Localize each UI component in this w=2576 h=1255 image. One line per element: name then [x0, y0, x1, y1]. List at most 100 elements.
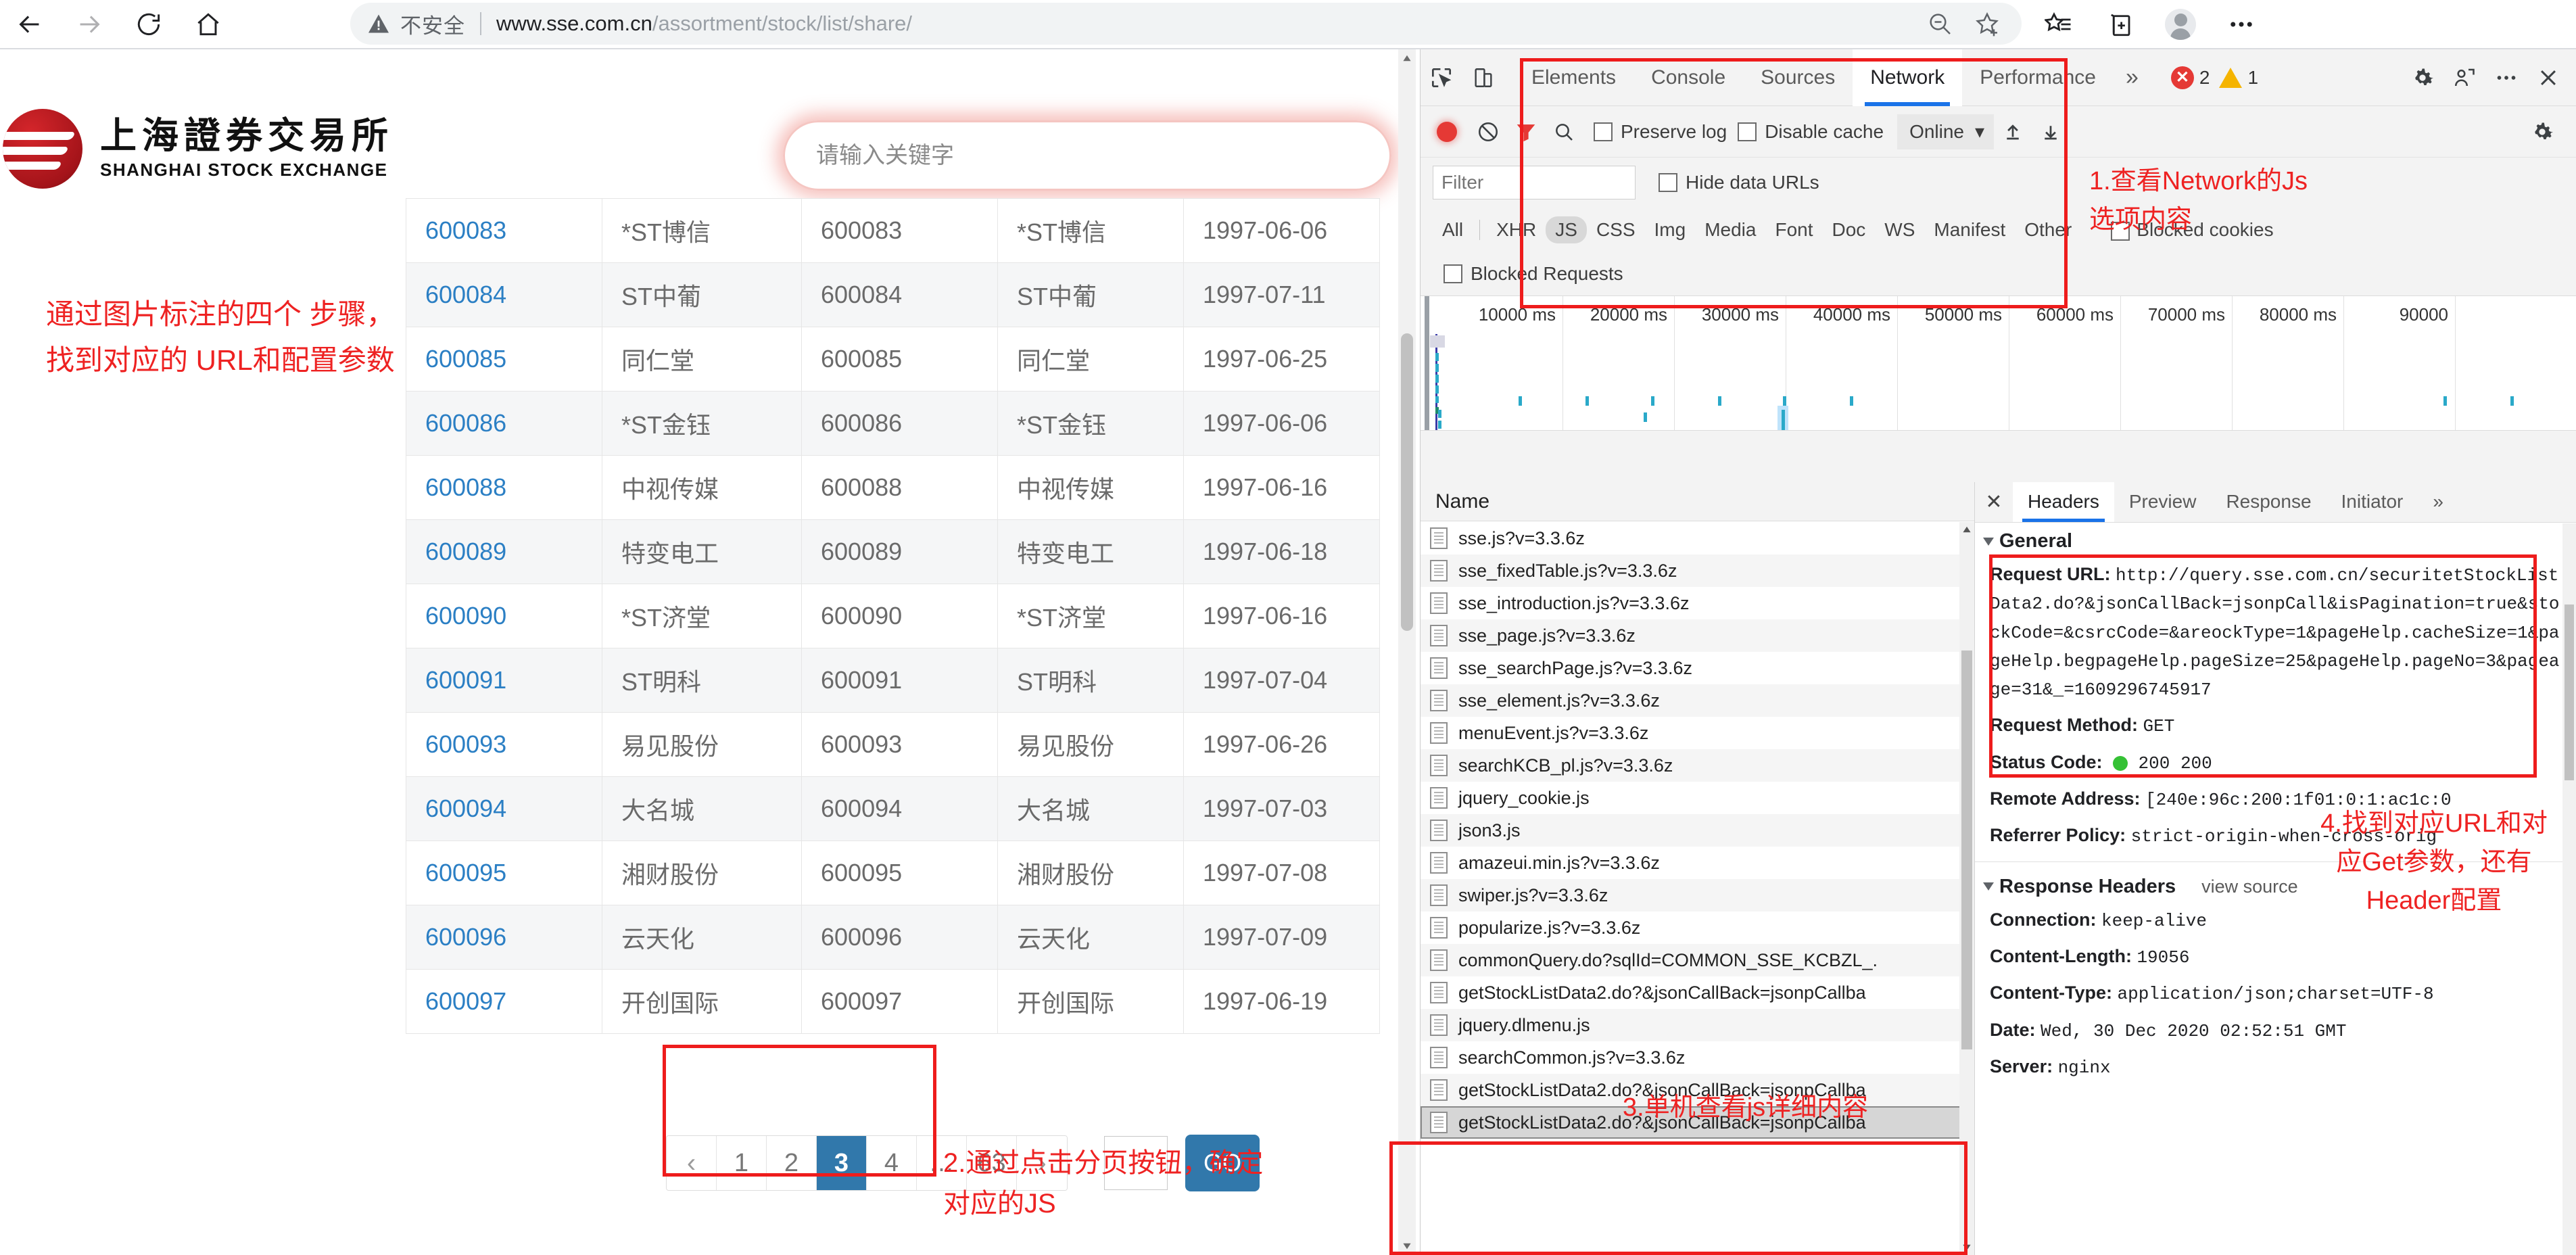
- add-page-icon[interactable]: [2089, 0, 2150, 49]
- request-row[interactable]: sse_introduction.js?v=3.3.6z: [1421, 587, 1974, 619]
- stock-code-cell[interactable]: 600091: [406, 648, 602, 713]
- pagination-prev[interactable]: ‹: [667, 1136, 717, 1190]
- request-row[interactable]: sse_page.js?v=3.3.6z: [1421, 619, 1974, 652]
- devtools-close-icon[interactable]: [2527, 49, 2569, 106]
- network-settings-gear-icon[interactable]: [2523, 106, 2561, 158]
- view-source-link[interactable]: view source: [2201, 876, 2298, 897]
- stock-code-link[interactable]: 600095: [425, 859, 506, 886]
- request-row[interactable]: jquery.dlmenu.js: [1421, 1009, 1974, 1041]
- sse-logo[interactable]: 上海證券交易所 SHANGHAI STOCK EXCHANGE: [0, 109, 393, 189]
- preserve-log-checkbox[interactable]: Preserve log: [1594, 121, 1727, 143]
- type-filter-font[interactable]: Font: [1765, 216, 1822, 243]
- type-filter-all[interactable]: All: [1433, 216, 1473, 243]
- export-har-icon[interactable]: [2032, 106, 2070, 158]
- page-scrollbar[interactable]: [1398, 49, 1416, 1255]
- tab-network[interactable]: Network: [1853, 49, 1963, 106]
- request-row[interactable]: sse_searchPage.js?v=3.3.6z: [1421, 652, 1974, 684]
- details-scrollbar-thumb[interactable]: [2565, 605, 2574, 780]
- stock-code-cell[interactable]: 600089: [406, 519, 602, 584]
- home-icon[interactable]: [178, 0, 238, 49]
- import-har-icon[interactable]: [1994, 106, 2032, 158]
- tab-console[interactable]: Console: [1633, 49, 1743, 106]
- request-row[interactable]: searchCommon.js?v=3.3.6z: [1421, 1041, 1974, 1074]
- stock-code-cell[interactable]: 600088: [406, 455, 602, 520]
- search-input[interactable]: [783, 120, 1391, 191]
- request-row[interactable]: sse_fixedTable.js?v=3.3.6z: [1421, 554, 1974, 587]
- throttling-dropdown[interactable]: Online ▾: [1897, 114, 1995, 149]
- stock-code-link[interactable]: 600090: [425, 602, 506, 630]
- request-scroll-down-icon[interactable]: [1959, 1240, 1974, 1255]
- tab-elements[interactable]: Elements: [1514, 49, 1633, 106]
- collections-icon[interactable]: [2028, 0, 2089, 49]
- stock-code-cell[interactable]: 600090: [406, 584, 602, 648]
- stock-code-cell[interactable]: 600097: [406, 969, 602, 1034]
- stock-code-link[interactable]: 600086: [425, 409, 506, 437]
- disable-cache-checkbox[interactable]: Disable cache: [1738, 121, 1884, 143]
- hide-data-urls-checkbox[interactable]: Hide data URLs: [1659, 172, 1819, 193]
- blocked-requests-box-icon[interactable]: [1444, 264, 1462, 283]
- stock-code-cell[interactable]: 600085: [406, 327, 602, 392]
- pagination-page-1[interactable]: 1: [717, 1136, 767, 1190]
- request-row[interactable]: sse_element.js?v=3.3.6z: [1421, 684, 1974, 717]
- hide-data-urls-box-icon[interactable]: [1659, 173, 1677, 192]
- request-row[interactable]: jquery_cookie.js: [1421, 782, 1974, 814]
- devtools-more-tabs[interactable]: »: [2114, 64, 2151, 91]
- details-tab-initiator[interactable]: Initiator: [2327, 482, 2418, 522]
- stock-code-cell[interactable]: 600086: [406, 391, 602, 456]
- type-filter-other[interactable]: Other: [2015, 216, 2081, 243]
- type-filter-manifest[interactable]: Manifest: [1924, 216, 2015, 243]
- stock-code-link[interactable]: 600083: [425, 216, 506, 244]
- details-tab-response[interactable]: Response: [2211, 482, 2326, 522]
- stock-code-cell[interactable]: 600093: [406, 712, 602, 777]
- type-filter-img[interactable]: Img: [1645, 216, 1696, 243]
- stock-code-link[interactable]: 600096: [425, 923, 506, 951]
- request-row[interactable]: json3.js: [1421, 814, 1974, 847]
- chevron-down-icon[interactable]: ▾: [1975, 120, 1984, 143]
- more-options-icon[interactable]: [2211, 0, 2272, 49]
- stock-code-link[interactable]: 600093: [425, 730, 506, 758]
- request-scroll-up-icon[interactable]: [1959, 522, 1974, 537]
- pagination-page-3[interactable]: 3: [817, 1136, 867, 1190]
- request-list-header[interactable]: Name: [1421, 482, 1974, 521]
- network-filter-input[interactable]: [1433, 166, 1636, 199]
- disable-cache-box-icon[interactable]: [1738, 122, 1757, 141]
- clear-network-log-icon[interactable]: [1469, 106, 1507, 158]
- scroll-down-arrow-icon[interactable]: [1398, 1237, 1416, 1255]
- devtools-account-icon[interactable]: [2443, 49, 2485, 106]
- request-row[interactable]: popularize.js?v=3.3.6z: [1421, 911, 1974, 944]
- address-bar[interactable]: 不安全 www.sse.com.cn/assortment/stock/list…: [350, 3, 2022, 45]
- stock-code-link[interactable]: 600091: [425, 666, 506, 694]
- request-row[interactable]: searchKCB_pl.js?v=3.3.6z: [1421, 749, 1974, 782]
- tab-performance[interactable]: Performance: [1962, 49, 2114, 106]
- reload-icon[interactable]: [119, 0, 178, 49]
- scroll-up-arrow-icon[interactable]: [1398, 49, 1416, 67]
- chevron-down-icon[interactable]: [1983, 882, 1994, 891]
- stock-code-cell[interactable]: 600095: [406, 840, 602, 905]
- stock-code-link[interactable]: 600094: [425, 795, 506, 822]
- type-filter-media[interactable]: Media: [1695, 216, 1765, 243]
- stock-code-link[interactable]: 600089: [425, 538, 506, 565]
- settings-gear-icon[interactable]: [2402, 49, 2443, 106]
- stock-code-link[interactable]: 600084: [425, 281, 506, 308]
- chevron-down-icon[interactable]: [1983, 537, 1994, 546]
- request-row[interactable]: menuEvent.js?v=3.3.6z: [1421, 717, 1974, 749]
- devtools-more-icon[interactable]: [2485, 49, 2527, 106]
- stock-code-link[interactable]: 600088: [425, 473, 506, 501]
- stock-code-cell[interactable]: 600096: [406, 905, 602, 970]
- stock-code-link[interactable]: 600097: [425, 987, 506, 1015]
- network-overview-timeline[interactable]: 10000 ms 20000 ms 30000 ms 40000 ms 50000 ms…: [1421, 295, 2576, 431]
- preserve-log-box-icon[interactable]: [1594, 122, 1613, 141]
- details-close-icon[interactable]: ✕: [1975, 482, 2013, 522]
- request-row[interactable]: swiper.js?v=3.3.6z: [1421, 879, 1974, 911]
- type-filter-ws[interactable]: WS: [1875, 216, 1924, 243]
- stock-code-link[interactable]: 600085: [425, 345, 506, 373]
- pagination-page-4[interactable]: 4: [867, 1136, 917, 1190]
- request-row[interactable]: commonQuery.do?sqlId=COMMON_SSE_KCBZL_.: [1421, 944, 1974, 976]
- request-row[interactable]: amazeui.min.js?v=3.3.6z: [1421, 847, 1974, 879]
- inspect-element-icon[interactable]: [1421, 49, 1462, 106]
- details-tab-preview[interactable]: Preview: [2114, 482, 2212, 522]
- request-row[interactable]: getStockListData2.do?&jsonCallBack=jsonp…: [1421, 976, 1974, 1009]
- type-filter-css[interactable]: CSS: [1587, 216, 1645, 243]
- type-filter-js[interactable]: JS: [1546, 216, 1587, 243]
- pagination-page-2[interactable]: 2: [767, 1136, 817, 1190]
